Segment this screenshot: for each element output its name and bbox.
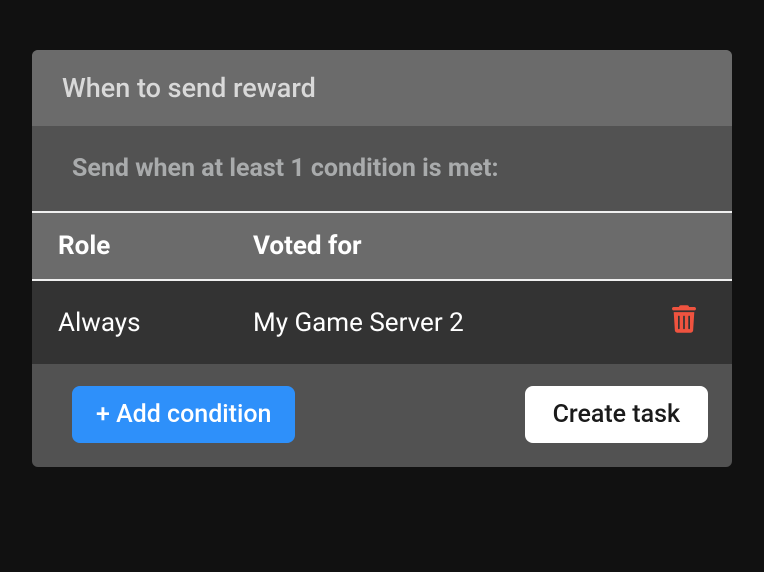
card-footer: + Add condition Create task: [32, 364, 732, 467]
trash-icon[interactable]: [672, 305, 696, 333]
cell-voted: My Game Server 2: [253, 308, 672, 338]
cell-action: [672, 305, 706, 340]
table-header-row: Role Voted for: [32, 211, 732, 281]
add-condition-button[interactable]: + Add condition: [72, 386, 295, 443]
card-subtitle-text: Send when at least 1 condition is met:: [72, 154, 702, 183]
reward-conditions-card: When to send reward Send when at least 1…: [32, 50, 732, 467]
column-header-voted: Voted for: [253, 231, 706, 261]
table-row: Always My Game Server 2: [32, 281, 732, 364]
conditions-table: Role Voted for Always My Game Server 2: [32, 211, 732, 364]
card-subtitle: Send when at least 1 condition is met:: [32, 126, 732, 211]
column-header-role: Role: [58, 231, 253, 261]
card-header: When to send reward: [32, 50, 732, 126]
create-task-button[interactable]: Create task: [525, 386, 708, 443]
cell-role: Always: [58, 308, 253, 338]
card-title: When to send reward: [62, 72, 702, 104]
